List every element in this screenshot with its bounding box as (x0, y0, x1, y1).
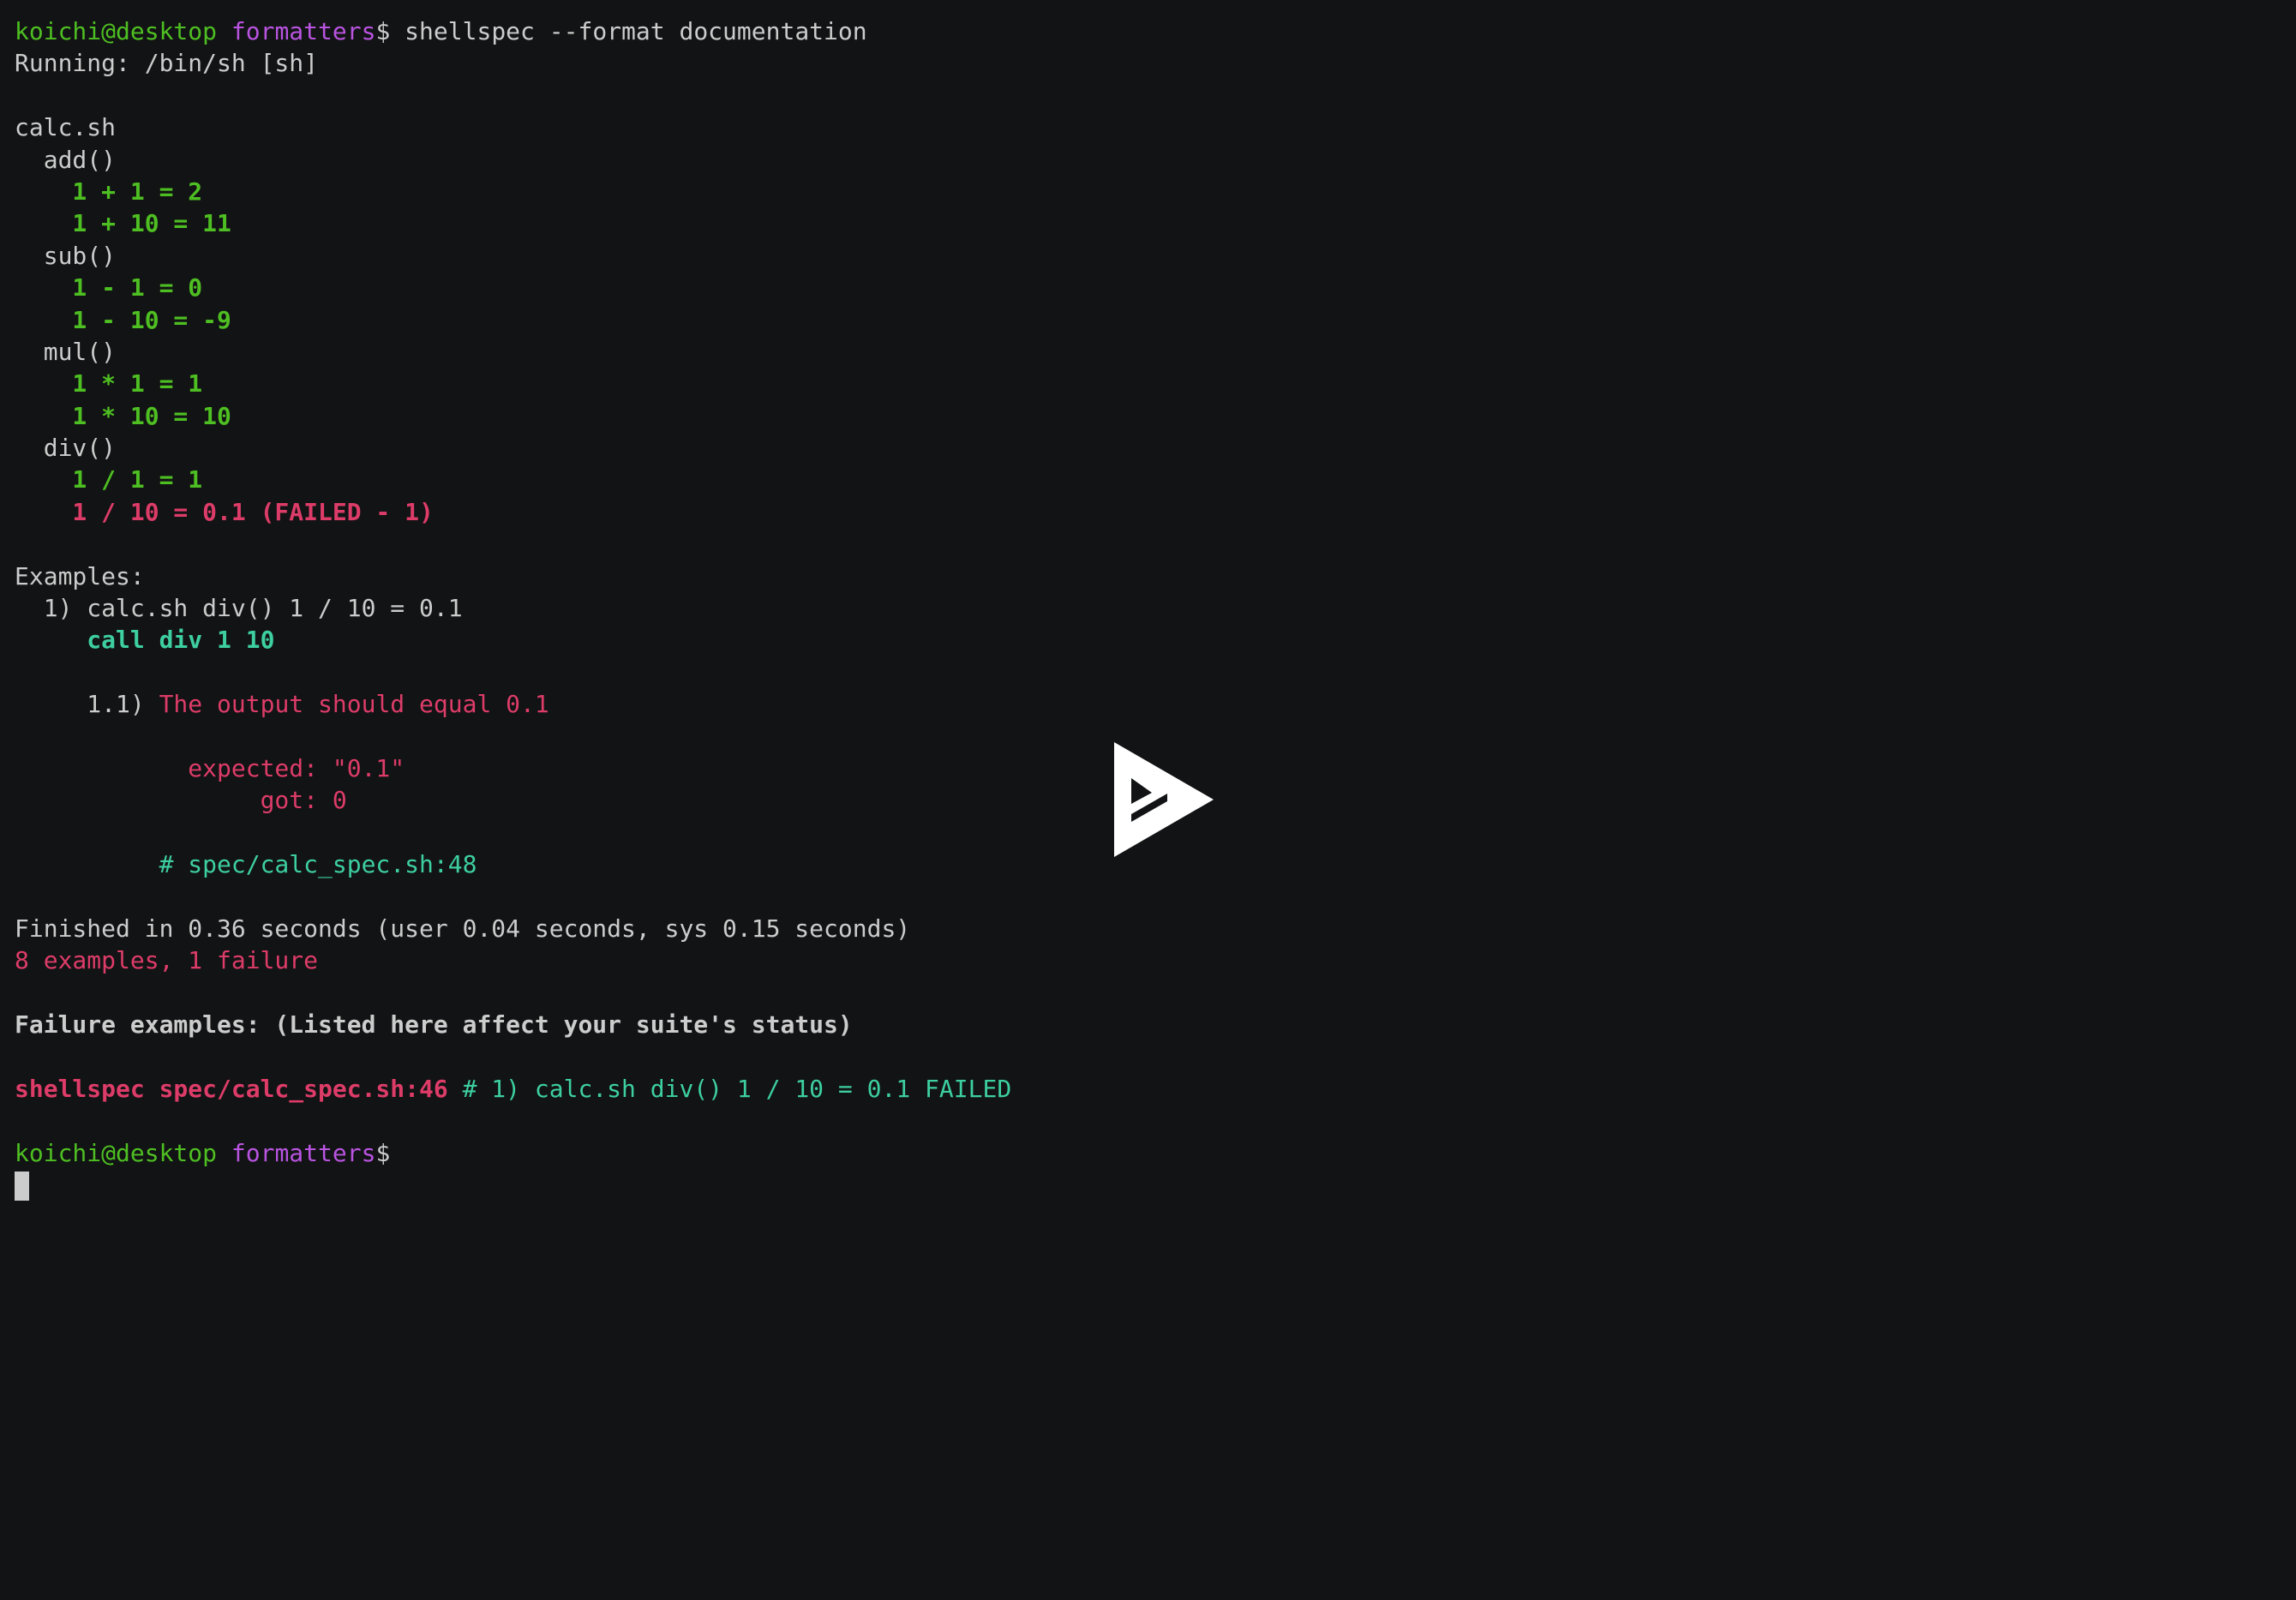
terminal-line: 1 * 10 = 10 (15, 400, 1011, 432)
terminal-line: Finished in 0.36 seconds (user 0.04 seco… (15, 913, 1011, 944)
terminal-text: 1 + 10 = 11 (15, 209, 231, 238)
terminal-text: # spec/calc_spec.sh:48 (15, 850, 477, 879)
terminal-line: Running: /bin/sh [sh] (15, 47, 1011, 79)
terminal-text: 1 - 1 = 0 (15, 273, 203, 303)
terminal-text: formatters (231, 17, 376, 45)
terminal-line: call div 1 10 (15, 624, 1011, 656)
terminal-text: 1 + 1 = 2 (15, 177, 203, 206)
terminal-text: 1 * 10 = 10 (15, 401, 231, 430)
terminal-text: 1 / 1 = 1 (15, 465, 203, 494)
terminal-text: 1 / 10 = 0.1 (FAILED - 1) (15, 497, 434, 526)
terminal-line: 8 examples, 1 failure (15, 944, 1011, 976)
terminal-line: 1 / 10 = 0.1 (FAILED - 1) (15, 496, 1011, 528)
terminal-line: div() (15, 432, 1011, 464)
terminal-cursor (15, 1172, 29, 1201)
terminal-text: Finished in 0.36 seconds (user 0.04 seco… (15, 914, 911, 943)
terminal-text: call div 1 10 (15, 626, 275, 655)
terminal-text: sub() (15, 241, 117, 270)
terminal-line: expected: "0.1" (15, 752, 1011, 784)
terminal-text: formatters (231, 1138, 376, 1167)
terminal-text: Failure examples: (Listed here affect yo… (15, 1010, 853, 1040)
terminal-text: # 1) calc.sh div() 1 / 10 = 0.1 FAILED (447, 1074, 1012, 1103)
terminal-line: 1 * 1 = 1 (15, 368, 1011, 399)
terminal-line: add() (15, 144, 1011, 176)
play-icon[interactable] (1111, 739, 1217, 860)
terminal-line: 1 + 10 = 11 (15, 207, 1011, 239)
terminal-line: Failure examples: (Listed here affect yo… (15, 1009, 1011, 1040)
play-icon-shape (1114, 742, 1214, 857)
terminal-line: Examples: (15, 560, 1011, 592)
terminal-line (15, 1169, 1011, 1201)
terminal-line: koichi@desktop formatters$ shellspec --f… (15, 15, 1011, 47)
terminal-text: Examples: (15, 561, 145, 590)
terminal-text: koichi@desktop (15, 1138, 218, 1167)
terminal-line: # spec/calc_spec.sh:48 (15, 848, 1011, 880)
terminal-text: mul() (15, 337, 117, 366)
terminal-text: 1 * 1 = 1 (15, 369, 203, 399)
terminal-line: mul() (15, 336, 1011, 368)
terminal-line: shellspec spec/calc_spec.sh:46 # 1) calc… (15, 1073, 1011, 1105)
terminal-text: div() (15, 434, 117, 463)
terminal-text: 1) calc.sh div() 1 / 10 = 0.1 (15, 594, 463, 623)
terminal-line: calc.sh (15, 111, 1011, 143)
terminal-text: 1 - 10 = -9 (15, 305, 231, 334)
terminal-text: add() (15, 145, 117, 174)
terminal-line: 1 + 1 = 2 (15, 176, 1011, 207)
terminal-screen: koichi@desktop formatters$ shellspec --f… (0, 0, 2296, 1600)
terminal-text: 1.1) (15, 690, 159, 719)
terminal-text: $ shellspec --format documentation (375, 17, 867, 45)
terminal-output: koichi@desktop formatters$ shellspec --f… (15, 15, 1011, 1201)
terminal-text: koichi@desktop (15, 17, 218, 45)
terminal-text: calc.sh (15, 113, 117, 142)
terminal-line: got: 0 (15, 784, 1011, 816)
terminal-line: koichi@desktop formatters$ (15, 1137, 1011, 1169)
terminal-text: Running: /bin/sh [sh] (15, 49, 319, 78)
terminal-text: The output should equal 0.1 (159, 690, 549, 719)
terminal-line: sub() (15, 240, 1011, 272)
terminal-line: 1 - 1 = 0 (15, 272, 1011, 303)
terminal-line: 1 / 1 = 1 (15, 464, 1011, 495)
terminal-text: 8 examples, 1 failure (15, 946, 319, 975)
terminal-text: got: 0 (15, 786, 347, 815)
terminal-text: expected: "0.1" (15, 753, 405, 782)
terminal-text: $ (375, 1138, 391, 1167)
terminal-line: 1.1) The output should equal 0.1 (15, 688, 1011, 720)
terminal-text: shellspec spec/calc_spec.sh:46 (15, 1074, 448, 1103)
terminal-line: 1 - 10 = -9 (15, 304, 1011, 336)
terminal-line: 1) calc.sh div() 1 / 10 = 0.1 (15, 592, 1011, 624)
